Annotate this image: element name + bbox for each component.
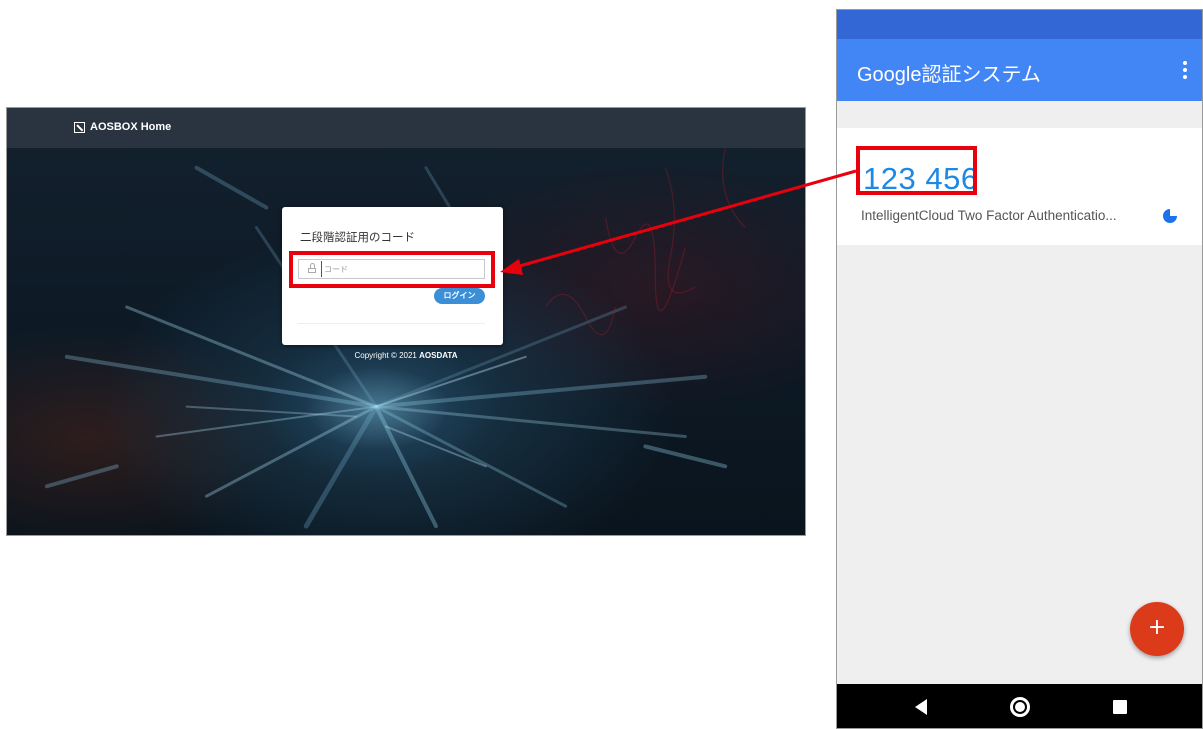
code-field-highlight <box>289 251 495 288</box>
copyright-company: AOSDATA <box>419 351 458 360</box>
brand-icon <box>74 121 85 133</box>
android-nav-bar <box>837 684 1202 728</box>
web-header: AOSBOX Home <box>7 108 805 148</box>
figure: AOSBOX Home 二段階認証用のコード ログイン Copyright © … <box>0 0 1203 729</box>
home-button[interactable] <box>1000 684 1040 728</box>
account-name: IntelligentCloud Two Factor Authenticati… <box>861 208 1117 223</box>
card-title: 二段階認証用のコード <box>300 230 415 244</box>
back-button[interactable] <box>901 684 941 728</box>
status-bar <box>837 10 1202 39</box>
web-login-screenshot: AOSBOX Home 二段階認証用のコード ログイン Copyright © … <box>6 107 806 536</box>
app-bar: Google認証システム <box>837 39 1202 101</box>
recents-icon <box>1113 700 1127 714</box>
timer-icon <box>1163 209 1177 223</box>
recents-button[interactable] <box>1100 684 1140 728</box>
brand-link[interactable]: AOSBOX Home <box>74 121 171 133</box>
back-icon <box>915 699 927 715</box>
brand-label: AOSBOX Home <box>90 121 172 133</box>
card-divider <box>298 323 485 324</box>
home-icon <box>1010 697 1030 717</box>
login-button[interactable]: ログイン <box>434 288 485 304</box>
app-title: Google認証システム <box>857 64 1041 86</box>
otp-code-highlight <box>856 146 977 195</box>
add-icon[interactable]: + <box>1130 602 1184 656</box>
authenticator-app-screenshot: Google認証システム 123 456 IntelligentCloud Tw… <box>836 9 1203 729</box>
copyright-footer: Copyright © 2021 AOSDATA <box>7 351 805 360</box>
more-vert-icon[interactable] <box>1182 61 1188 81</box>
copyright-text: Copyright © 2021 <box>354 351 420 360</box>
